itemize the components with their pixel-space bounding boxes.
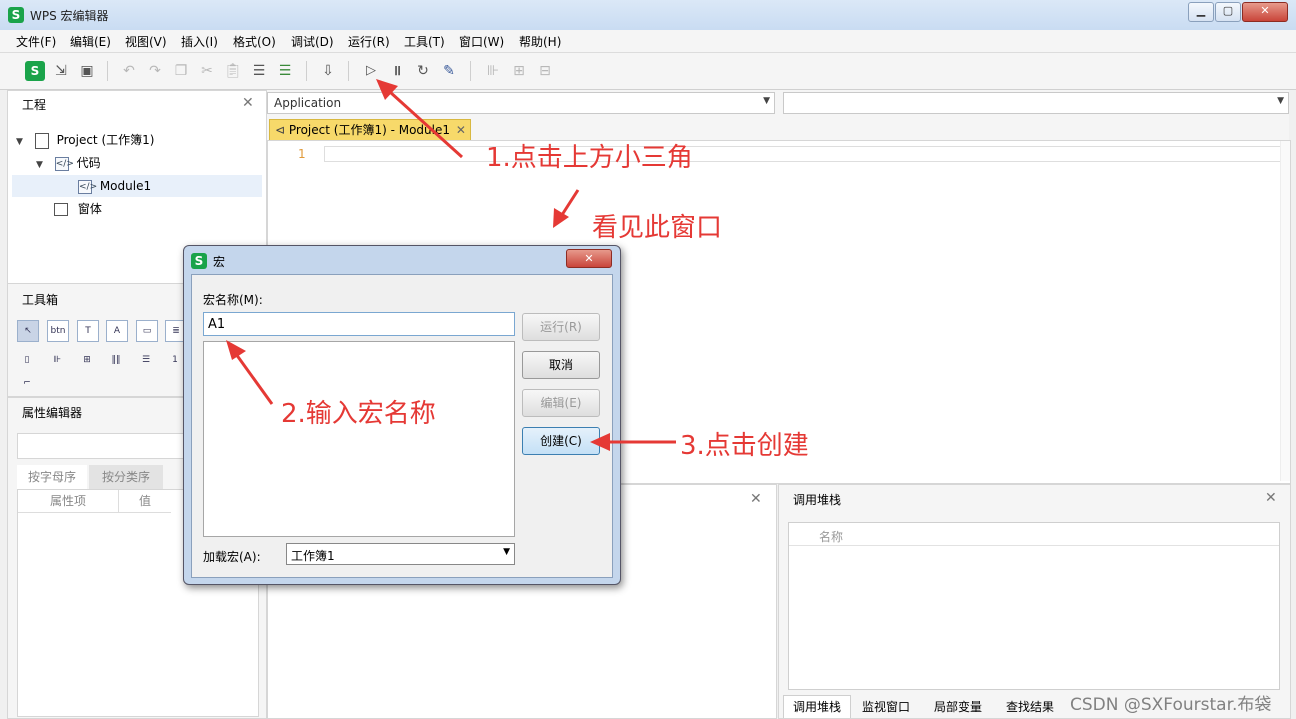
- annotation-step3: 3.点击创建: [680, 431, 809, 461]
- annotation-step1: 1.点击上方小三角: [486, 143, 693, 173]
- watermark: CSDN @SXFourstar.布袋: [1070, 695, 1272, 715]
- arrow-to-run-icon: [388, 90, 464, 159]
- arrowhead: [553, 208, 569, 228]
- annotation-step2: 2.输入宏名称: [281, 399, 436, 429]
- arrow-to-name-input: [234, 353, 274, 405]
- annotation-see-window: 看见此窗口: [592, 213, 723, 243]
- arrowhead: [226, 340, 246, 360]
- annotation-arrows: [226, 79, 676, 451]
- arrowhead: [590, 433, 610, 451]
